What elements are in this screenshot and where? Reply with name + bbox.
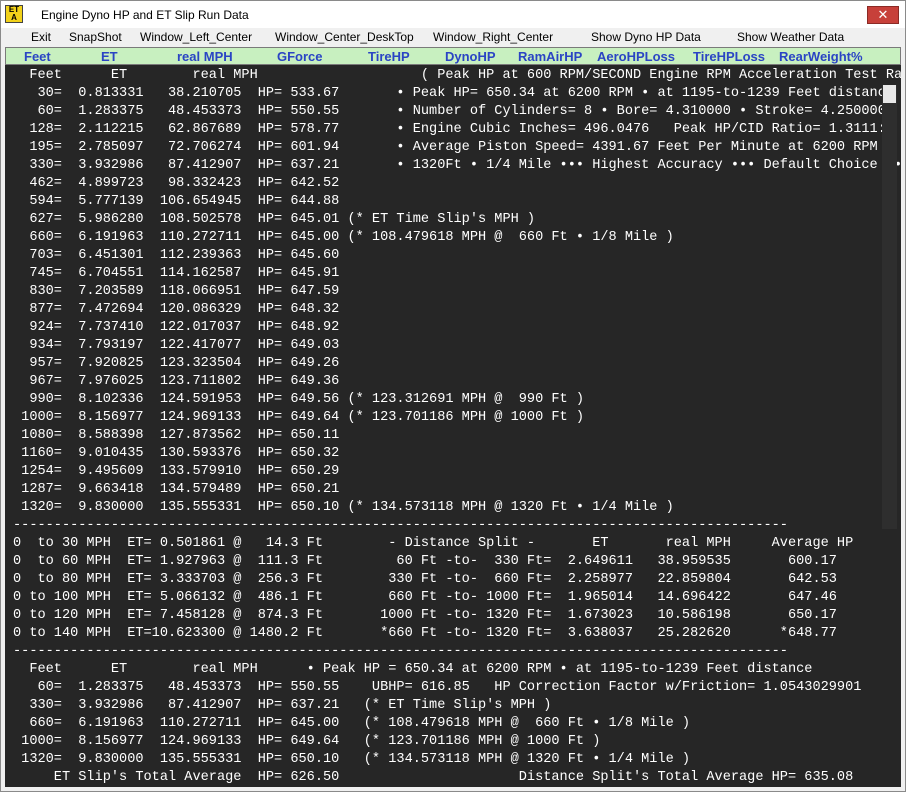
menu-window-left-center[interactable]: Window_Left_Center xyxy=(140,30,252,44)
data-line: 1000= 8.156977 124.969133 HP= 649.64 (* … xyxy=(13,410,585,425)
app-window: ET A Engine Dyno HP and ET Slip Run Data… xyxy=(0,0,906,792)
data-line: 1254= 9.495609 133.579910 HP= 650.29 xyxy=(13,464,340,479)
data-line: 330= 3.932986 87.412907 HP= 637.21 • 132… xyxy=(13,158,901,173)
app-logo-icon: ET A xyxy=(5,5,23,23)
data-line: 877= 7.472694 120.086329 HP= 648.32 xyxy=(13,302,340,317)
vertical-scrollbar[interactable] xyxy=(882,85,897,529)
column-tirehp[interactable]: TireHP xyxy=(368,49,410,64)
data-line: 957= 7.920825 123.323504 HP= 649.26 xyxy=(13,356,340,371)
data-line: 0 to 30 MPH ET= 0.501861 @ 14.3 Ft - Dis… xyxy=(13,536,854,551)
menu-exit[interactable]: Exit xyxy=(31,30,51,44)
menu-window-center-desktop[interactable]: Window_Center_DeskTop xyxy=(275,30,414,44)
data-line: 627= 5.986280 108.502578 HP= 645.01 (* E… xyxy=(13,212,536,227)
data-line: 0 to 60 MPH ET= 1.927963 @ 111.3 Ft 60 F… xyxy=(13,554,837,569)
data-line: 990= 8.102336 124.591953 HP= 649.56 (* 1… xyxy=(13,392,585,407)
column-dynohp[interactable]: DynoHP xyxy=(445,49,496,64)
data-line: 1000= 8.156977 124.969133 HP= 649.64 (* … xyxy=(13,734,601,749)
menu-show-dyno-hp-data[interactable]: Show Dyno HP Data xyxy=(591,30,701,44)
data-line: 1287= 9.663418 134.579489 HP= 650.21 xyxy=(13,482,340,497)
menu-bar: Exit SnapShot Window_Left_Center Window_… xyxy=(1,28,905,47)
data-line: 60= 1.283375 48.453373 HP= 550.55 • Numb… xyxy=(13,104,886,119)
data-line: ----------------------------------------… xyxy=(13,518,788,533)
scrollbar-thumb[interactable] xyxy=(883,85,896,103)
column-rearweight[interactable]: RearWeight% xyxy=(779,49,863,64)
column-feet[interactable]: Feet xyxy=(24,49,51,64)
data-line: 703= 6.451301 112.239363 HP= 645.60 xyxy=(13,248,340,263)
data-line: 30= 0.813331 38.210705 HP= 533.67 • Peak… xyxy=(13,86,895,101)
column-et[interactable]: ET xyxy=(101,49,118,64)
data-line: 128= 2.112215 62.867689 HP= 578.77 • Eng… xyxy=(13,122,895,137)
data-line: Feet ET real MPH ( Peak HP at 600 RPM/SE… xyxy=(13,68,901,83)
data-line: 0 to 120 MPH ET= 7.458128 @ 874.3 Ft 100… xyxy=(13,608,837,623)
data-line: 1320= 9.830000 135.555331 HP= 650.10 (* … xyxy=(13,500,674,515)
data-line: 462= 4.899723 98.332423 HP= 642.52 xyxy=(13,176,340,191)
data-line: 60= 1.283375 48.453373 HP= 550.55 UBHP= … xyxy=(13,680,862,695)
column-ramairhp[interactable]: RamAirHP xyxy=(518,49,582,64)
column-header-bar: Feet ET real MPH GForce TireHP DynoHP Ra… xyxy=(5,47,901,65)
data-line: 830= 7.203589 118.066951 HP= 647.59 xyxy=(13,284,340,299)
data-line: 934= 7.793197 122.417077 HP= 649.03 xyxy=(13,338,340,353)
data-line: 660= 6.191963 110.272711 HP= 645.00 (* 1… xyxy=(13,716,691,731)
data-line: 924= 7.737410 122.017037 HP= 648.92 xyxy=(13,320,340,335)
data-line: 967= 7.976025 123.711802 HP= 649.36 xyxy=(13,374,340,389)
column-aerohploss[interactable]: AeroHPLoss xyxy=(597,49,675,64)
data-line: 1080= 8.588398 127.873562 HP= 650.11 xyxy=(13,428,340,443)
data-line: ----------------------------------------… xyxy=(13,644,788,659)
data-line: 745= 6.704551 114.162587 HP= 645.91 xyxy=(13,266,340,281)
data-line: 1320= 9.830000 135.555331 HP= 650.10 (* … xyxy=(13,752,691,767)
data-line: 195= 2.785097 72.706274 HP= 601.94 • Ave… xyxy=(13,140,878,155)
data-line: ET Slip's Total Average HP= 626.50 Dista… xyxy=(13,770,854,785)
data-line: 1160= 9.010435 130.593376 HP= 650.32 xyxy=(13,446,340,461)
data-line: 594= 5.777139 106.654945 HP= 644.88 xyxy=(13,194,340,209)
close-button[interactable]: ✕ xyxy=(867,6,899,24)
data-line: 660= 6.191963 110.272711 HP= 645.00 (* 1… xyxy=(13,230,674,245)
menu-show-weather-data[interactable]: Show Weather Data xyxy=(737,30,844,44)
data-line: 0 to 80 MPH ET= 3.333703 @ 256.3 Ft 330 … xyxy=(13,572,837,587)
column-gforce[interactable]: GForce xyxy=(277,49,323,64)
title-bar[interactable]: ET A Engine Dyno HP and ET Slip Run Data… xyxy=(1,1,905,28)
data-line: 0 to 140 MPH ET=10.623300 @ 1480.2 Ft *6… xyxy=(13,626,837,641)
menu-window-right-center[interactable]: Window_Right_Center xyxy=(433,30,553,44)
data-line: 330= 3.932986 87.412907 HP= 637.21 (* ET… xyxy=(13,698,552,713)
column-real-mph[interactable]: real MPH xyxy=(177,49,233,64)
window-title: Engine Dyno HP and ET Slip Run Data xyxy=(41,8,249,22)
menu-snapshot[interactable]: SnapShot xyxy=(69,30,122,44)
data-line: Feet ET real MPH • Peak HP = 650.34 at 6… xyxy=(13,662,813,677)
column-tirehploss[interactable]: TireHPLoss xyxy=(693,49,765,64)
run-data-text-area[interactable]: Feet ET real MPH ( Peak HP at 600 RPM/SE… xyxy=(5,65,901,787)
data-line: 0 to 100 MPH ET= 5.066132 @ 486.1 Ft 660… xyxy=(13,590,837,605)
